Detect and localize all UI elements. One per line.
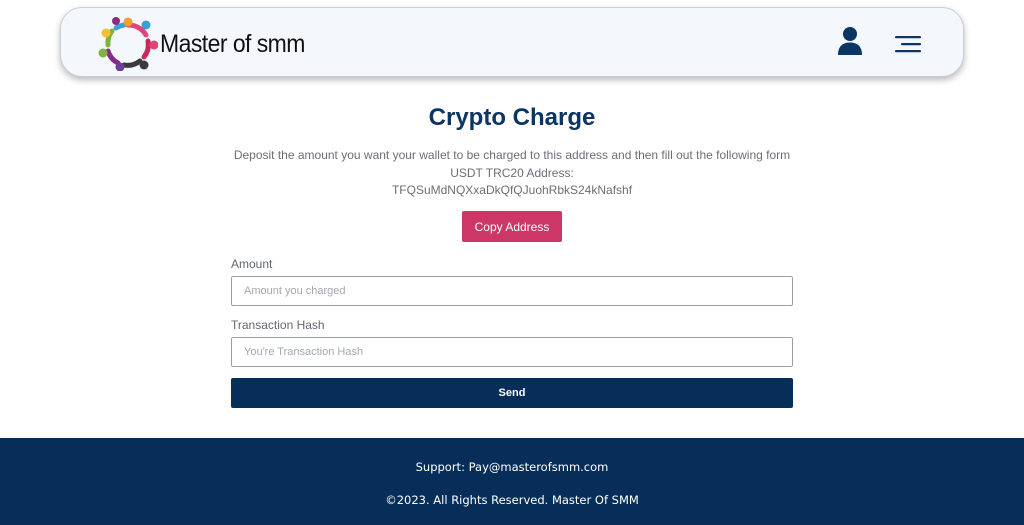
- site-header: Master of smm: [60, 7, 964, 77]
- people-circle-logo-icon: [98, 17, 158, 71]
- support-contact: Support: Pay@masterofsmm.com: [415, 460, 609, 474]
- copyright-text: ©2023. All Rights Reserved. Master Of SM…: [385, 493, 639, 507]
- amount-label: Amount: [231, 257, 273, 271]
- send-button[interactable]: Send: [231, 378, 793, 408]
- transaction-hash-input[interactable]: [231, 337, 793, 367]
- copy-address-button[interactable]: Copy Address: [462, 211, 562, 242]
- instructions-text: Deposit the amount you want your wallet …: [233, 148, 791, 162]
- address-label: USDT TRC20 Address:: [450, 166, 574, 180]
- wallet-address: TFQSuMdNQXxaDkQfQJuohRbkS24kNafshf: [391, 183, 633, 197]
- page-title: Crypto Charge: [428, 104, 596, 131]
- transaction-hash-label: Transaction Hash: [231, 318, 325, 332]
- site-logo[interactable]: Master of smm: [98, 17, 318, 71]
- amount-input[interactable]: [231, 276, 793, 306]
- logo-text: Master of smm: [160, 29, 305, 58]
- site-footer: Support: Pay@masterofsmm.com ©2023. All …: [0, 438, 1024, 525]
- hamburger-menu-icon[interactable]: [893, 34, 923, 54]
- user-icon[interactable]: [837, 26, 863, 56]
